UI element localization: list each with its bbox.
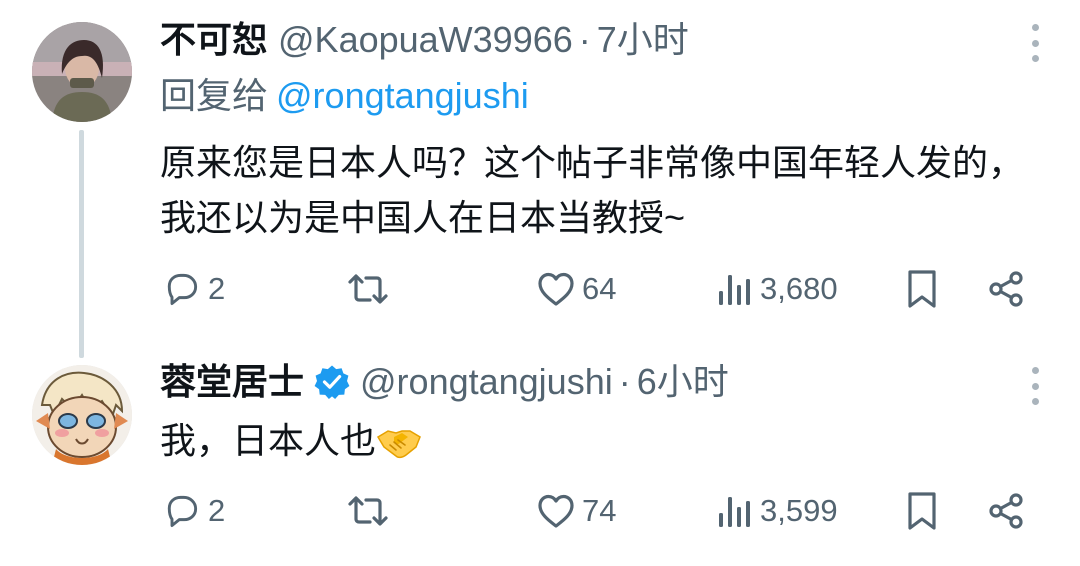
replying-mention-link[interactable]: @rongtangjushi: [276, 75, 529, 116]
views-icon: [719, 497, 750, 527]
action-bar: 2 74 3,599: [160, 486, 1040, 536]
display-name[interactable]: 蓉堂居士: [160, 360, 304, 404]
like-icon: [538, 272, 574, 306]
view-count: 3,680: [760, 271, 838, 306]
share-button[interactable]: [986, 486, 1026, 536]
share-icon: [989, 493, 1023, 529]
bookmark-button[interactable]: [902, 264, 942, 314]
retweet-icon: [348, 496, 388, 526]
view-count: 3,599: [760, 493, 838, 528]
replying-to: 回复给 @rongtangjushi: [160, 73, 529, 119]
handshake-emoji: [376, 419, 421, 459]
replying-prefix: 回复给: [160, 75, 269, 116]
more-icon[interactable]: [1030, 24, 1040, 62]
reply-button[interactable]: 2: [162, 486, 225, 536]
views-button[interactable]: 3,599: [716, 486, 838, 536]
separator: ·: [618, 361, 631, 402]
tweet-header: 蓉堂居士 @rongtangjushi · 6小时: [160, 360, 729, 404]
reply-button[interactable]: 2: [162, 264, 225, 314]
timestamp[interactable]: 6小时: [637, 360, 729, 404]
bookmark-icon: [908, 492, 936, 530]
like-count: 74: [582, 493, 617, 528]
like-icon: [538, 494, 574, 528]
avatar[interactable]: [32, 22, 132, 122]
retweet-icon: [348, 274, 388, 304]
reply-icon: [167, 495, 198, 528]
reply-count: 2: [208, 271, 226, 306]
tweet-header: 不可恕 @KaopuaW39966 · 7小时: [160, 18, 689, 62]
like-button[interactable]: 64: [536, 264, 616, 314]
more-icon[interactable]: [1030, 367, 1040, 405]
like-button[interactable]: 74: [536, 486, 616, 536]
like-count: 64: [582, 271, 617, 306]
separator: ·: [578, 19, 591, 60]
action-bar: 2 64 3,680: [160, 264, 1040, 314]
avatar-image: [32, 365, 132, 465]
display-name[interactable]: 不可恕: [160, 18, 268, 62]
tweet-reply-1[interactable]: 不可恕 @KaopuaW39966 · 7小时 回复给 @rongtangjush…: [0, 0, 1080, 358]
bookmark-icon: [908, 270, 936, 308]
tweet-reply-2[interactable]: 蓉堂居士 @rongtangjushi · 6小时 我，日本人也 2 74 3,…: [0, 345, 1080, 566]
avatar-image: [32, 22, 132, 122]
timestamp[interactable]: 7小时: [597, 18, 689, 62]
reply-icon: [167, 273, 198, 306]
retweet-button[interactable]: [346, 486, 396, 536]
retweet-button[interactable]: [346, 264, 396, 314]
bookmark-button[interactable]: [902, 486, 942, 536]
tweet-text: 我，日本人也: [160, 420, 377, 461]
reply-count: 2: [208, 493, 226, 528]
thread-line: [79, 130, 84, 358]
user-handle[interactable]: @KaopuaW39966: [278, 18, 573, 62]
views-button[interactable]: 3,680: [716, 264, 838, 314]
avatar[interactable]: [32, 365, 132, 465]
user-handle[interactable]: @rongtangjushi: [360, 360, 613, 404]
tweet-body: 我，日本人也: [160, 413, 1050, 468]
verified-badge-icon: [314, 364, 350, 400]
views-icon: [719, 275, 750, 305]
share-icon: [989, 271, 1023, 307]
tweet-text: 原来您是日本人吗？这个帖子非常像中国年轻人发的，我还以为是中国人在日本当教授~: [160, 142, 1025, 238]
share-button[interactable]: [986, 264, 1026, 314]
